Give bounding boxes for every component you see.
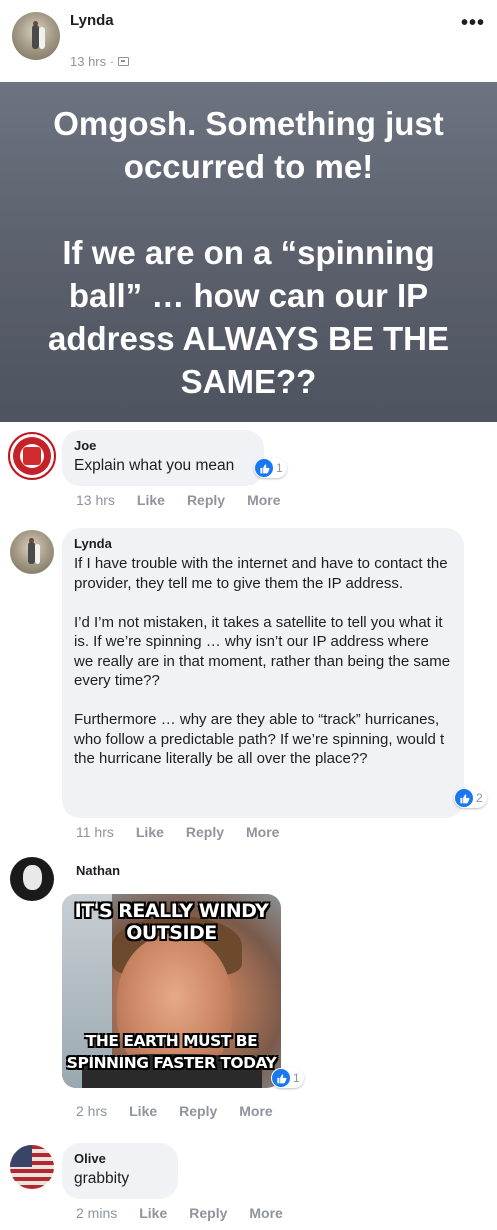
more-button[interactable]: More (249, 1205, 282, 1221)
comment-bubble: Lynda If I have trouble with the interne… (62, 528, 464, 818)
comment-bubble: Olive grabbity (62, 1143, 178, 1199)
reaction-count[interactable]: 1 (271, 1068, 304, 1088)
comment-author[interactable]: Joe (74, 438, 252, 453)
like-button[interactable]: Like (137, 492, 165, 508)
reply-button[interactable]: Reply (189, 1205, 227, 1221)
comment-author[interactable]: Olive (74, 1151, 166, 1166)
reply-button[interactable]: Reply (187, 492, 225, 508)
comment-time: 11 hrs (76, 824, 114, 840)
comment-actions: 2 mins Like Reply More (76, 1205, 305, 1221)
reaction-count[interactable]: 1 (254, 458, 287, 478)
more-button[interactable]: More (247, 492, 280, 508)
like-reaction-icon (272, 1069, 290, 1087)
comment-actions: 13 hrs Like Reply More (76, 492, 303, 508)
comment-text: Explain what you mean (74, 457, 235, 474)
more-button[interactable]: More (239, 1103, 272, 1119)
status-text: Omgosh. Something just occurred to me! I… (47, 104, 449, 400)
commenter-avatar[interactable] (8, 432, 56, 480)
reply-button[interactable]: Reply (186, 824, 224, 840)
author-name[interactable]: Lynda (70, 12, 114, 29)
more-button[interactable]: More (246, 824, 279, 840)
post-header: Lynda 13 hrs · ••• (0, 0, 497, 82)
comment-text: If I have trouble with the internet and … (74, 555, 451, 767)
reply-button[interactable]: Reply (179, 1103, 217, 1119)
comment-author[interactable]: Lynda (74, 536, 452, 551)
comment-lynda: Lynda If I have trouble with the interne… (0, 528, 497, 848)
meme-bottom-text: THE EARTH MUST BE SPINNING FASTER TODAY (66, 1032, 277, 1072)
comment-bubble: Joe Explain what you mean (62, 430, 264, 486)
status-card: Omgosh. Something just occurred to me! I… (0, 82, 497, 422)
comment-joe: Joe Explain what you mean 1 13 hrs Like … (0, 430, 497, 520)
like-reaction-icon (455, 789, 473, 807)
commenter-avatar[interactable] (10, 857, 54, 901)
reaction-count[interactable]: 2 (454, 788, 487, 808)
more-icon[interactable]: ••• (461, 12, 485, 35)
comment-time: 13 hrs (76, 492, 115, 508)
comment-olive: Olive grabbity 2 mins Like Reply More (0, 1143, 497, 1230)
comment-actions: 2 hrs Like Reply More (76, 1103, 295, 1119)
commenter-avatar[interactable] (10, 1145, 54, 1189)
reaction-number: 2 (476, 791, 483, 805)
like-button[interactable]: Like (136, 824, 164, 840)
like-reaction-icon (255, 459, 273, 477)
comment-time: 2 hrs (76, 1103, 108, 1119)
reaction-number: 1 (293, 1071, 300, 1085)
post-time[interactable]: 13 hrs · (70, 54, 114, 69)
like-button[interactable]: Like (129, 1103, 157, 1119)
commenter-avatar[interactable] (10, 530, 54, 574)
reaction-number: 1 (276, 461, 283, 475)
meme-top-text: IT'S REALLY WINDY OUTSIDE (74, 900, 269, 944)
comment-time: 2 mins (76, 1205, 118, 1221)
audience-icon (118, 57, 130, 66)
meme-image[interactable]: IT'S REALLY WINDY OUTSIDE THE EARTH MUST… (62, 894, 281, 1088)
author-avatar[interactable] (12, 12, 60, 60)
comment-text: grabbity (74, 1170, 130, 1187)
comment-actions: 11 hrs Like Reply More (76, 824, 301, 840)
comment-author[interactable]: Nathan (76, 863, 120, 878)
post-meta: 13 hrs · (70, 54, 130, 69)
like-button[interactable]: Like (139, 1205, 167, 1221)
